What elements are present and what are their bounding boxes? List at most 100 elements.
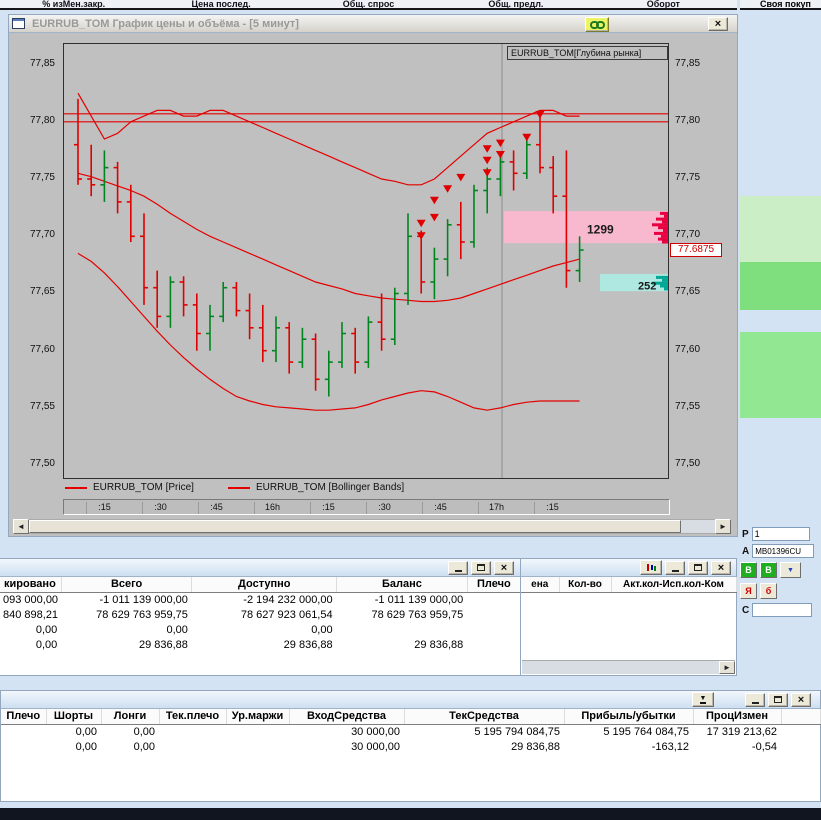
chart-titlebar[interactable]: EURRUB_TOM График цены и объёма - [5 мин… — [9, 15, 737, 33]
maximize-button[interactable] — [768, 692, 788, 707]
price-axis-label: 77,70 — [675, 229, 701, 240]
minimize-button[interactable] — [745, 692, 765, 707]
column-header[interactable]: ПроцИзмен — [693, 709, 782, 725]
cell: 0,00 — [133, 725, 155, 738]
cell: 0,00 — [311, 623, 333, 636]
buy-button-2[interactable]: В — [760, 562, 777, 578]
column-header[interactable]: Общ. спрос — [295, 0, 442, 8]
legend-label-price: EURRUB_TOM [Price] — [93, 482, 194, 493]
chart-window: EURRUB_TOM График цены и объёма - [5 мин… — [8, 14, 738, 537]
table-row[interactable]: 093 000,00 -1 011 139 000,00 -2 194 232 00… — [0, 592, 521, 607]
table-row[interactable]: 0,00 0,00 30 000,00 29 836,88 -163,12 -0,54 — [1, 739, 820, 754]
limits-titlebar[interactable]: ▼ × — [1, 691, 820, 709]
table-row[interactable]: 0,00 0,00 0,00 — [0, 622, 521, 637]
column-header[interactable]: Кол-во — [559, 577, 612, 593]
cell: 30 000,00 — [351, 725, 400, 738]
column-header[interactable]: ВходСредства — [289, 709, 405, 725]
cell — [1, 724, 46, 739]
scroll-right-icon[interactable]: ► — [715, 519, 731, 534]
column-header[interactable]: Доступно — [191, 577, 338, 593]
window-title: EURRUB_TOM График цены и объёма - [5 мин… — [32, 17, 299, 30]
cell: 78 627 923 061,54 — [240, 608, 333, 621]
sell-button[interactable]: Я — [740, 583, 757, 599]
minimize-button[interactable] — [665, 560, 685, 575]
column-header[interactable]: Цена послед. — [147, 0, 294, 8]
c-field-label: C — [742, 604, 750, 616]
time-axis-label: :45 — [422, 502, 458, 514]
depth-green-area-lower — [740, 332, 821, 418]
cell: 0,00 — [133, 740, 155, 753]
header-row: кировано Всего Доступно Баланс Плечо — [0, 577, 522, 593]
scroll-thumb[interactable] — [29, 520, 681, 533]
quotes-titlebar[interactable]: × — [521, 559, 736, 577]
price-chart[interactable]: 1299 252 — [63, 43, 669, 479]
own-trades-column-header: Своя покуп — [740, 0, 821, 10]
column-header[interactable]: кировано — [0, 577, 62, 593]
price-axis-label: 77,75 — [675, 172, 701, 183]
close-button[interactable]: × — [708, 16, 728, 31]
column-header[interactable]: Баланс — [336, 577, 468, 593]
close-button[interactable]: × — [494, 560, 514, 575]
minimize-icon — [454, 570, 462, 572]
dropdown-button[interactable]: ▼ — [780, 562, 801, 578]
column-header[interactable]: Акт.кол-Исп.кол-Ком — [611, 577, 737, 593]
maximize-button[interactable] — [688, 560, 708, 575]
last-price-marker: 77.6875 — [670, 243, 722, 257]
transfer-button[interactable]: ▼ — [692, 692, 714, 707]
cell — [1, 739, 46, 754]
maximize-icon — [477, 564, 485, 571]
chart-settings-button[interactable] — [640, 560, 662, 575]
column-header[interactable]: ена — [521, 577, 560, 593]
cell: 5 195 794 084,75 — [474, 725, 560, 738]
table-row[interactable]: 840 898,21 78 629 763 959,75 78 627 923 06… — [0, 607, 521, 622]
cell: 29 836,88 — [414, 638, 464, 651]
column-header[interactable]: Всего — [61, 577, 193, 593]
close-button[interactable]: × — [791, 692, 811, 707]
quotes-scrollbar[interactable]: ► — [522, 660, 735, 674]
cell — [467, 592, 520, 607]
column-header[interactable] — [781, 709, 821, 725]
column-header[interactable]: Ур.маржи — [226, 709, 290, 725]
sell-button-2[interactable]: б — [760, 583, 777, 599]
header-row: Плечо Шорты Лонги Тек.плечо Ур.маржи ВходСред… — [1, 709, 821, 725]
minimize-button[interactable] — [448, 560, 468, 575]
column-header[interactable]: Оборот — [590, 0, 737, 8]
column-header[interactable]: Плечо — [467, 577, 522, 593]
account-field-row: A — [742, 544, 815, 558]
code-input[interactable] — [752, 603, 813, 617]
bollinger-line-swatch — [227, 486, 250, 489]
table-row[interactable]: 0,00 29 836,88 29 836,88 29 836,88 — [0, 637, 521, 652]
chart-scrollbar[interactable]: ◄ ► — [13, 519, 731, 534]
down-arrow-icon: ▼ — [787, 566, 794, 574]
cell — [226, 724, 289, 739]
window-icon — [12, 18, 25, 29]
column-header[interactable]: Тек.плечо — [159, 709, 227, 725]
column-header[interactable]: ТекСредства — [404, 709, 565, 725]
time-axis-label: 16h — [254, 502, 290, 514]
cell: -1 011 139 000,00 — [99, 593, 188, 606]
balances-window: × кировано Всего Доступно Баланс Плечо 093 00… — [0, 558, 522, 676]
balances-titlebar[interactable]: × — [0, 559, 521, 577]
close-button[interactable]: × — [711, 560, 731, 575]
link-button[interactable] — [585, 17, 609, 32]
column-header[interactable]: Общ. предл. — [442, 0, 589, 8]
maximize-button[interactable] — [471, 560, 491, 575]
column-header[interactable]: Лонги — [101, 709, 160, 725]
table-row[interactable]: 0,00 0,00 30 000,00 5 195 794 084,75 5 195 7… — [1, 724, 820, 739]
column-header[interactable]: Прибыль/убытки — [564, 709, 694, 725]
cell: 0,00 — [75, 725, 97, 738]
column-header[interactable]: % изМен.закр. — [0, 0, 147, 8]
scroll-right-icon[interactable]: ► — [719, 661, 735, 674]
chart-legend: EURRUB_TOM [Price] EURRUB_TOM [Bollinger… — [65, 482, 404, 493]
scroll-left-icon[interactable]: ◄ — [13, 519, 29, 534]
price-axis-label: 77,80 — [29, 115, 55, 126]
buy-button[interactable]: В — [740, 562, 757, 578]
account-input[interactable] — [752, 544, 815, 558]
cell: 78 629 763 959,75 — [371, 608, 464, 621]
column-header[interactable]: Шорты — [46, 709, 102, 725]
p-input[interactable] — [751, 527, 810, 541]
column-header[interactable]: Плечо — [1, 709, 47, 725]
balances-table: кировано Всего Доступно Баланс Плечо 093 000,… — [0, 577, 522, 652]
price-axis-label: 77,65 — [675, 286, 701, 297]
scroll-track[interactable] — [29, 519, 715, 534]
